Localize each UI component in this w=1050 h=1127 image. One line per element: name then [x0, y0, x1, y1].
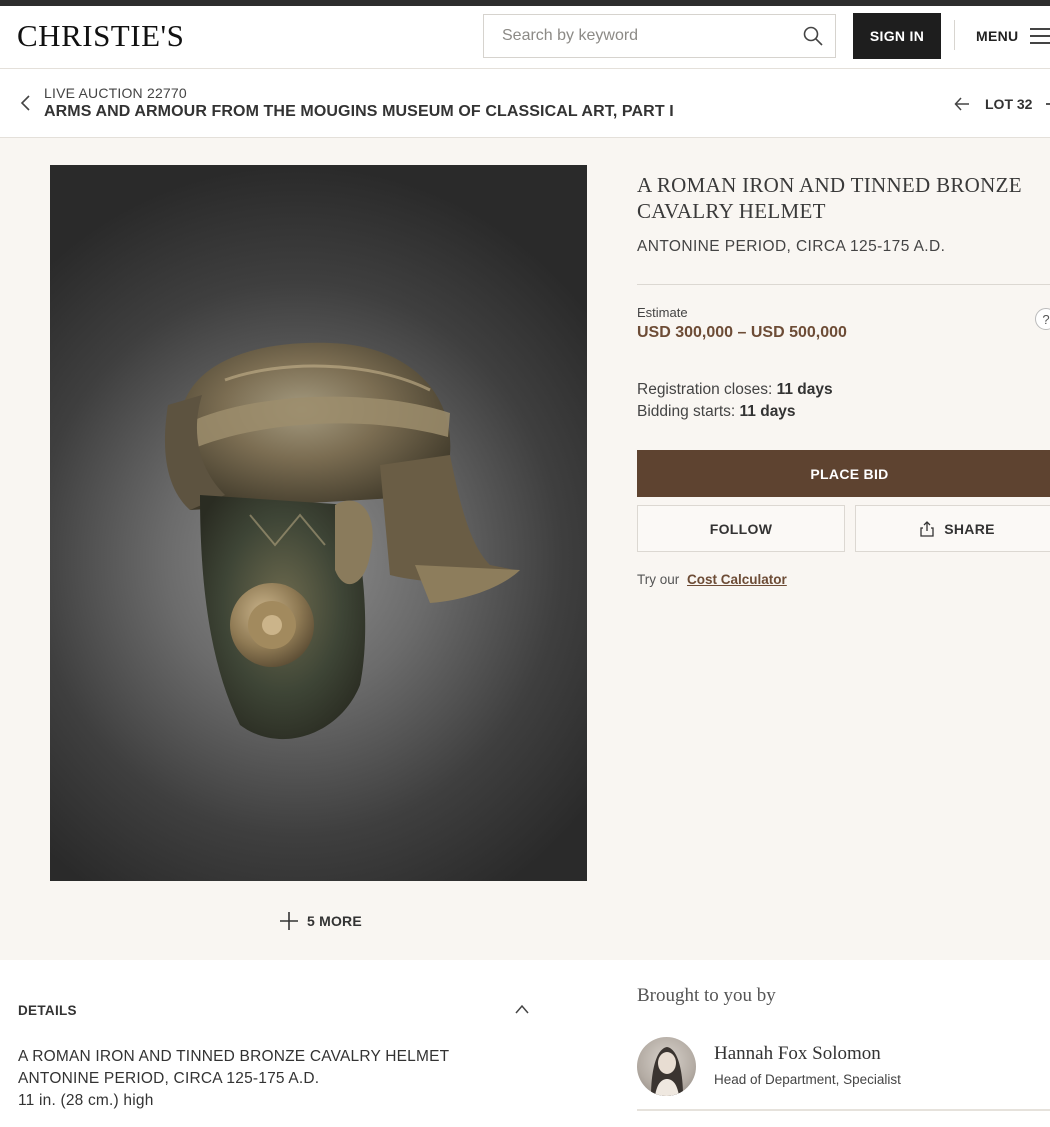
helmet-illustration	[164, 342, 520, 740]
christies-logo[interactable]: CHRISTIE'S	[17, 18, 184, 54]
lot-number: LOT 32	[985, 96, 1033, 112]
sale-title[interactable]: ARMS AND ARMOUR FROM THE MOUGINS MUSEUM …	[44, 103, 674, 121]
specialist-name[interactable]: Hannah Fox Solomon	[714, 1043, 881, 1065]
estimate-value: USD 300,000 – USD 500,000	[637, 324, 847, 341]
plus-icon	[280, 912, 298, 930]
chevron-up-icon[interactable]	[514, 1003, 530, 1015]
brought-by-heading: Brought to you by	[637, 985, 776, 1006]
help-icon[interactable]: ?	[1035, 308, 1050, 330]
more-images-label: 5 MORE	[307, 913, 362, 929]
lot-subtitle: ANTONINE PERIOD, CIRCA 125-175 A.D.	[637, 238, 946, 255]
sale-bar: LIVE AUCTION 22770 ARMS AND ARMOUR FROM …	[0, 69, 1050, 138]
details-line: A ROMAN IRON AND TINNED BRONZE CAVALRY H…	[18, 1048, 450, 1065]
search-icon[interactable]	[803, 26, 823, 46]
details-line: 11 in. (28 cm.) high	[18, 1092, 154, 1109]
lower-section	[0, 960, 1050, 1127]
lot-title: A ROMAN IRON AND TINNED BRONZE CAVALRY H…	[637, 173, 1022, 223]
follow-button[interactable]: FOLLOW	[637, 505, 845, 552]
specialist-avatar	[637, 1037, 696, 1096]
bidding-label: Bidding starts:	[637, 403, 736, 420]
person-icon	[651, 1047, 683, 1096]
divider	[637, 1109, 1050, 1111]
details-heading[interactable]: DETAILS	[18, 1003, 77, 1018]
estimate-label: Estimate	[637, 305, 688, 320]
next-lot-arrow-icon[interactable]	[1046, 103, 1050, 105]
registration-closes: Registration closes: 11 days	[637, 381, 833, 399]
search-input[interactable]	[502, 25, 792, 47]
menu-label: MENU	[976, 28, 1019, 44]
back-chevron-icon[interactable]	[18, 94, 34, 112]
bidding-value: 11 days	[739, 403, 796, 420]
search-box[interactable]	[483, 14, 836, 58]
previous-lot-arrow-icon[interactable]	[953, 95, 971, 113]
lot-image[interactable]	[50, 165, 587, 881]
more-images-button[interactable]: 5 MORE	[280, 909, 362, 933]
divider	[637, 284, 1050, 285]
sign-in-button[interactable]: SIGN IN	[853, 13, 941, 59]
cost-calculator-link[interactable]: Cost Calculator	[687, 572, 787, 587]
place-bid-button[interactable]: PLACE BID	[637, 450, 1050, 497]
cost-calculator-row: Try our Cost Calculator	[637, 572, 787, 587]
share-label: SHARE	[944, 520, 995, 537]
share-icon	[920, 520, 934, 537]
menu-button[interactable]: MENU	[976, 24, 1050, 48]
sale-number: LIVE AUCTION 22770	[44, 85, 187, 101]
registration-label: Registration closes:	[637, 381, 773, 398]
bidding-starts: Bidding starts: 11 days	[637, 403, 796, 421]
share-button[interactable]: SHARE	[855, 505, 1050, 552]
details-line: ANTONINE PERIOD, CIRCA 125-175 A.D.	[18, 1070, 320, 1087]
header-divider	[954, 20, 955, 50]
site-header: CHRISTIE'S SIGN IN MENU	[0, 6, 1050, 69]
specialist-role: Head of Department, Specialist	[714, 1072, 901, 1087]
registration-value: 11 days	[776, 381, 833, 398]
hamburger-icon	[1030, 28, 1050, 44]
calc-prefix: Try our	[637, 572, 680, 587]
